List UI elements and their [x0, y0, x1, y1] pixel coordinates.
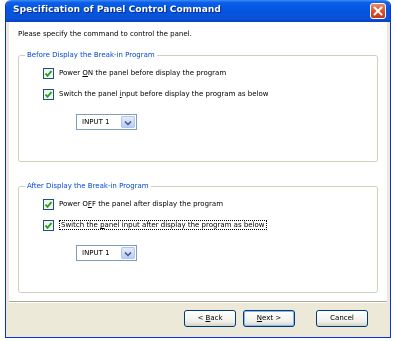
switch-input-before-option[interactable]: Switch the panel input before display th… [43, 88, 269, 100]
title-bar[interactable]: Specification of Panel Control Command [6, 0, 390, 22]
switch-input-after-checkbox[interactable] [43, 219, 54, 231]
power-on-option[interactable]: Power ON the panel before display the pr… [43, 67, 226, 79]
power-off-checkbox[interactable] [43, 198, 54, 210]
chevron-down-icon [124, 120, 132, 126]
input-select-after[interactable]: INPUT 1 [76, 245, 137, 261]
power-on-checkbox[interactable] [43, 67, 54, 79]
power-on-label: Power ON the panel before display the pr… [59, 69, 227, 77]
instruction-text: Please specify the command to control th… [18, 30, 192, 38]
checkmark-icon [44, 90, 53, 98]
dropdown-button[interactable] [121, 247, 135, 259]
power-off-label: Power OFF the panel after display the pr… [59, 200, 224, 208]
chevron-down-icon [124, 251, 132, 257]
after-display-group: After Display the Break-in Program Power… [18, 182, 378, 293]
dropdown-button[interactable] [121, 116, 135, 128]
dialog-body: Please specify the command to control th… [9, 22, 387, 334]
power-off-option[interactable]: Power OFF the panel after display the pr… [43, 198, 223, 210]
switch-input-after-option[interactable]: Switch the panel input after display the… [43, 219, 267, 231]
window-title: Specification of Panel Control Command [13, 5, 221, 15]
button-bar: < Back Next > Cancel [9, 303, 387, 334]
switch-input-before-label: Switch the panel input before display th… [59, 90, 269, 98]
checkmark-icon [44, 69, 53, 77]
close-button[interactable] [370, 3, 386, 19]
before-display-legend: Before Display the Break-in Program [25, 51, 157, 59]
switch-input-before-checkbox[interactable] [43, 88, 54, 100]
checkmark-icon [44, 221, 53, 229]
checkmark-icon [44, 200, 53, 208]
dialog-window: Specification of Panel Control Command P… [5, 0, 391, 338]
input-select-before[interactable]: INPUT 1 [76, 114, 137, 130]
input-select-after-value: INPUT 1 [82, 249, 110, 257]
after-display-legend: After Display the Break-in Program [25, 182, 151, 190]
input-select-before-value: INPUT 1 [82, 118, 110, 126]
switch-input-after-label: Switch the panel input after display the… [59, 220, 267, 230]
cancel-button[interactable]: Cancel [316, 310, 368, 327]
next-button[interactable]: Next > [243, 310, 295, 327]
back-button[interactable]: < Back [184, 310, 236, 327]
before-display-group: Before Display the Break-in Program Powe… [18, 51, 378, 162]
